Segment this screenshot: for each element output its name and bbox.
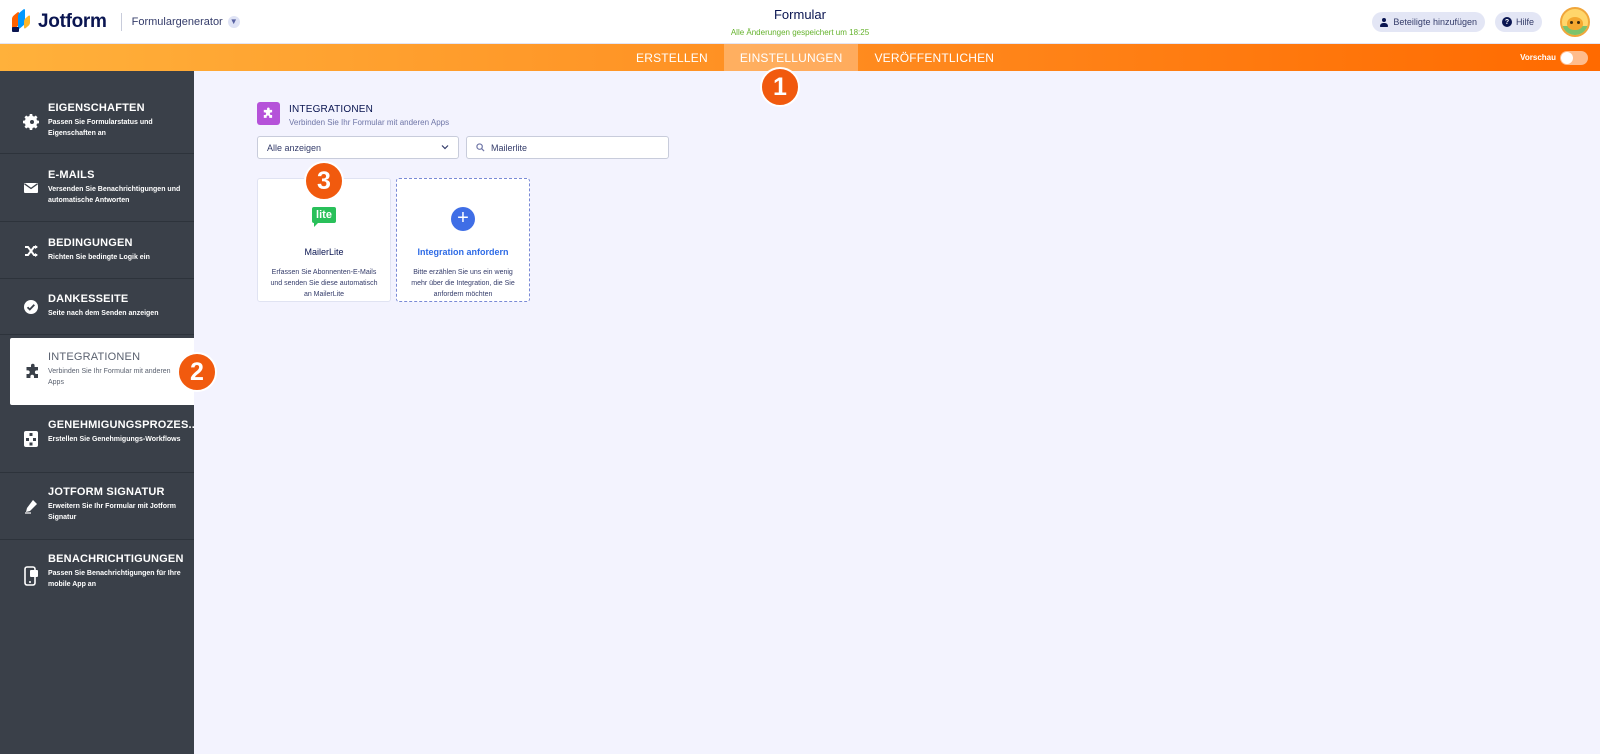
logo-text: Jotform [38,10,107,32]
sidebar-item-eigenschaften[interactable]: EIGENSCHAFTEN Passen Sie Formularstatus … [0,91,194,154]
check-circle-icon [22,298,40,316]
builder-switcher[interactable]: Formulargenerator ▼ [131,15,240,28]
request-integration-link[interactable]: Integration anfordern [397,247,529,257]
mailerlite-logo-icon: lite [312,207,336,227]
shuffle-icon [22,242,40,260]
builder-label: Formulargenerator [131,15,223,28]
preview-toggle[interactable]: Vorschau [1520,44,1588,71]
integration-search[interactable] [466,136,669,159]
form-title-area: Formular Alle Änderungen gespeichert um … [600,7,1000,37]
sidebar-item-desc: Seite nach dem Senden anzeigen [48,310,159,317]
pen-icon [22,497,40,515]
card-description: Bitte erzählen Sie uns ein wenig mehr üb… [411,269,515,298]
chevron-down-icon [441,143,449,151]
envelope-icon [22,179,40,197]
sidebar-item-desc: Passen Sie Benachrichtigungen für Ihre m… [48,570,181,588]
step-callout-1: 1 [760,67,800,107]
sidebar-item-benachrichtigungen[interactable]: BENACHRICHTIGUNGEN Passen Sie Benachrich… [0,541,194,608]
sidebar-item-title: GENEHMIGUNGSPROZES... [48,419,194,431]
sidebar-item-title: JOTFORM SIGNATUR [48,486,165,498]
header-actions: Beteiligte hinzufügen ? Hilfe [1372,0,1590,44]
puzzle-icon [257,102,280,125]
gear-icon [22,113,40,131]
person-icon [1379,17,1389,27]
workflow-icon [22,430,40,448]
sidebar-item-title: EIGENSCHAFTEN [48,102,145,114]
top-header: Jotform Formulargenerator ▼ Formular All… [0,0,1600,44]
add-participants-button[interactable]: Beteiligte hinzufügen [1372,12,1485,32]
settings-sidebar: EIGENSCHAFTEN Passen Sie Formularstatus … [0,71,194,754]
tab-erstellen[interactable]: ERSTELLEN [620,44,724,71]
sidebar-item-title: E-MAILS [48,169,95,181]
sidebar-item-desc: Versenden Sie Benachrichtigungen und aut… [48,186,181,204]
request-integration-card[interactable]: + Integration anfordern Bitte erzählen S… [396,178,530,302]
sidebar-item-title: DANKESSEITE [48,293,129,305]
help-icon: ? [1501,17,1512,27]
card-description: Erfassen Sie Abonnenten-E-Mails und send… [270,269,378,298]
category-filter-select[interactable]: Alle anzeigen [257,136,459,159]
step-callout-3: 3 [304,161,344,201]
form-title[interactable]: Formular [600,7,1000,22]
header-divider [120,12,122,31]
chevron-down-icon: ▼ [227,15,240,28]
sidebar-item-desc: Richten Sie bedingte Logik ein [48,254,150,261]
puzzle-icon [24,363,42,381]
sidebar-item-title: BENACHRICHTIGUNGEN [48,553,184,565]
sidebar-item-desc: Verbinden Sie Ihr Formular mit anderen A… [48,368,171,386]
add-participants-label: Beteiligte hinzufügen [1393,17,1477,27]
integrations-header: INTEGRATIONEN Verbinden Sie Ihr Formular… [257,102,449,127]
toggle-switch[interactable] [1560,50,1588,65]
sidebar-item-desc: Erstellen Sie Genehmigungs-Workflows [48,436,181,443]
integrations-title: INTEGRATIONEN [289,104,374,115]
sidebar-item-integrationen[interactable]: INTEGRATIONEN Verbinden Sie Ihr Formular… [10,338,194,405]
sidebar-item-e-mails[interactable]: E-MAILS Versenden Sie Benachrichtigungen… [0,155,194,222]
sidebar-item-jotform-signatur[interactable]: JOTFORM SIGNATUR Erweitern Sie Ihr Formu… [0,473,194,540]
sidebar-item-title: BEDINGUNGEN [48,237,133,249]
integrations-subtitle: Verbinden Sie Ihr Formular mit anderen A… [289,118,450,127]
tab-einstellungen[interactable]: EINSTELLUNGEN [723,44,859,71]
sidebar-item-bedingungen[interactable]: BEDINGUNGEN Richten Sie bedingte Logik e… [0,223,194,279]
search-icon [476,139,485,157]
tab-veroeffentlichen[interactable]: VERÖFFENTLICHEN [858,44,1010,71]
sidebar-item-genehmigungsprozesse[interactable]: GENEHMIGUNGSPROZES... Erstellen Sie Gene… [0,406,194,473]
preview-label: Vorschau [1520,53,1556,62]
filter-value: Alle anzeigen [267,142,322,153]
search-input[interactable] [491,142,661,153]
help-button[interactable]: ? Hilfe [1494,12,1542,32]
sidebar-item-desc: Erweitern Sie Ihr Formular mit Jotform S… [48,503,176,521]
card-title: MailerLite [304,247,344,257]
jotform-logo[interactable]: Jotform [12,0,107,44]
plus-icon: + [451,207,475,231]
step-callout-2: 2 [177,352,217,392]
builder-tab-bar: ERSTELLEN EINSTELLUNGEN VERÖFFENTLICHEN … [0,44,1600,71]
jotform-logo-icon [12,7,32,33]
avatar[interactable] [1560,7,1590,37]
mobile-icon [22,565,40,586]
builder-tabs: ERSTELLEN EINSTELLUNGEN VERÖFFENTLICHEN [620,44,1010,71]
help-label: Hilfe [1515,17,1534,27]
save-status: Alle Änderungen gespeichert um 18:25 [730,28,870,37]
sidebar-item-dankesseite[interactable]: DANKESSEITE Seite nach dem Senden anzeig… [0,280,194,335]
sidebar-item-title: INTEGRATIONEN [48,351,141,363]
sidebar-item-desc: Passen Sie Formularstatus und Eigenschaf… [48,119,153,137]
